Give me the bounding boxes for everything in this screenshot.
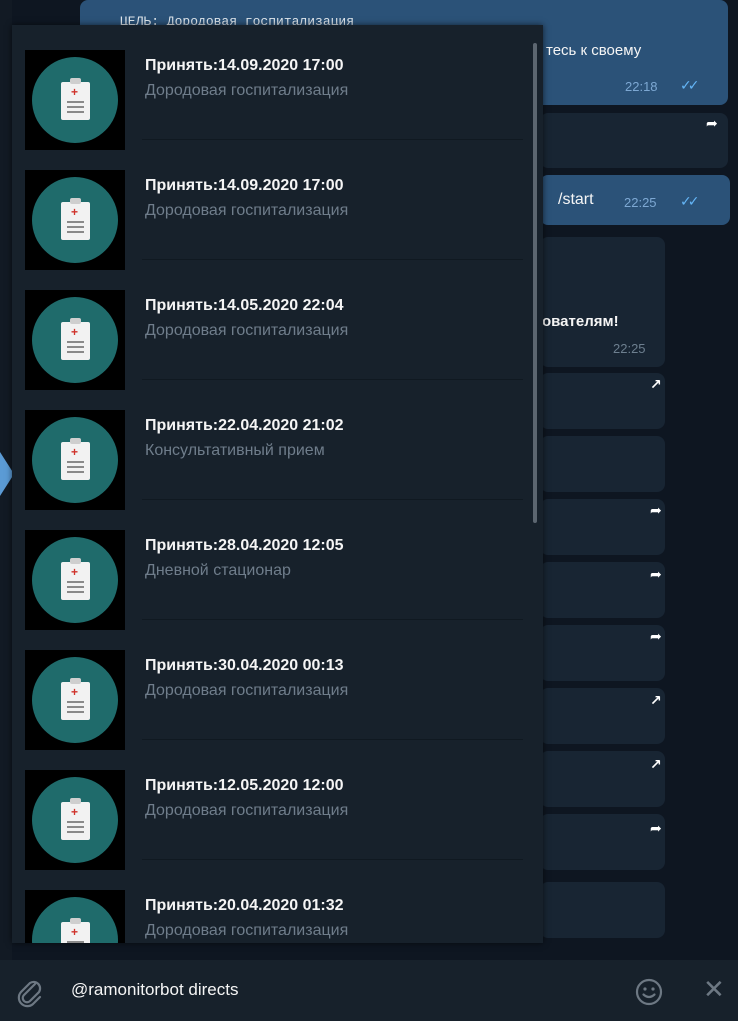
forward-icon[interactable]: ➦	[650, 566, 662, 583]
result-item[interactable]: + Принять:14.05.2020 22:04 Дородовая гос…	[12, 265, 543, 390]
inline-button[interactable]	[540, 688, 665, 744]
result-subtitle: Дородовая госпитализация	[145, 202, 349, 219]
result-title: Принять:12.05.2020 12:00	[145, 777, 344, 794]
result-item[interactable]: + Принять:14.09.2020 17:00 Дородовая гос…	[12, 25, 543, 150]
result-title: Принять:14.09.2020 17:00	[145, 177, 344, 194]
divider	[142, 379, 523, 380]
clipboard-icon: +	[25, 770, 125, 870]
close-icon[interactable]: ✕	[703, 974, 725, 1004]
read-ticks-icon: ✓✓	[680, 77, 700, 93]
message-bubble-start[interactable]: /start 22:25 ✓✓	[540, 175, 730, 225]
message-text: тесь к своему	[546, 42, 642, 59]
inline-button[interactable]	[540, 882, 665, 938]
message-bubble-incoming[interactable]: ователям! 22:25	[540, 237, 665, 367]
smile-icon[interactable]	[634, 977, 664, 1012]
message-bubble-incoming[interactable]	[540, 113, 728, 168]
forward-icon[interactable]: ➦	[650, 628, 662, 645]
result-title: Принять:30.04.2020 00:13	[145, 657, 344, 674]
forward-icon[interactable]: ➦	[650, 820, 662, 837]
inline-button[interactable]	[540, 562, 665, 618]
paperclip-icon[interactable]	[16, 978, 44, 1013]
result-title: Принять:20.04.2020 01:32	[145, 897, 344, 914]
result-subtitle: Дородовая госпитализация	[145, 682, 349, 699]
inline-button[interactable]	[540, 436, 665, 492]
clipboard-icon: +	[25, 890, 125, 943]
divider	[142, 139, 523, 140]
result-subtitle: Дородовая госпитализация	[145, 322, 349, 339]
popup-scrollbar[interactable]	[533, 43, 537, 523]
message-input[interactable]: @ramonitorbot directs	[71, 980, 239, 1000]
clipboard-icon: +	[25, 410, 125, 510]
result-title: Принять:14.05.2020 22:04	[145, 297, 344, 314]
result-item[interactable]: + Принять:14.09.2020 17:00 Дородовая гос…	[12, 145, 543, 270]
divider	[142, 859, 523, 860]
divider	[142, 259, 523, 260]
result-item[interactable]: + Принять:28.04.2020 12:05 Дневной стаци…	[12, 505, 543, 630]
inline-results-popup: + Принять:14.09.2020 17:00 Дородовая гос…	[12, 25, 543, 943]
message-time: 22:25	[613, 341, 646, 356]
forward-icon[interactable]: ↗	[650, 756, 662, 773]
result-title: Принять:22.04.2020 21:02	[145, 417, 344, 434]
message-text: /start	[558, 191, 594, 208]
clipboard-icon: +	[25, 530, 125, 630]
message-input-bar: @ramonitorbot directs ✕	[0, 960, 738, 1021]
message-time: 22:18	[625, 79, 658, 94]
forward-icon[interactable]: ↗	[650, 376, 662, 393]
result-item[interactable]: + Принять:12.05.2020 12:00 Дородовая гос…	[12, 745, 543, 870]
result-item[interactable]: + Принять:20.04.2020 01:32 Дородовая гос…	[12, 865, 543, 943]
result-subtitle: Дородовая госпитализация	[145, 922, 349, 939]
result-subtitle: Дневной стационар	[145, 562, 291, 579]
divider	[142, 619, 523, 620]
divider	[142, 739, 523, 740]
clipboard-icon: +	[25, 650, 125, 750]
result-title: Принять:28.04.2020 12:05	[145, 537, 344, 554]
message-text: ователям!	[542, 313, 619, 330]
result-subtitle: Дородовая госпитализация	[145, 82, 349, 99]
result-subtitle: Дородовая госпитализация	[145, 802, 349, 819]
message-time: 22:25	[624, 195, 657, 210]
forward-icon[interactable]: ↗	[650, 692, 662, 709]
result-item[interactable]: + Принять:22.04.2020 21:02 Консультативн…	[12, 385, 543, 510]
clipboard-icon: +	[25, 170, 125, 270]
clipboard-icon: +	[25, 50, 125, 150]
inline-button[interactable]	[540, 751, 665, 807]
inline-button[interactable]	[540, 373, 665, 429]
result-item[interactable]: + Принять:30.04.2020 00:13 Дородовая гос…	[12, 625, 543, 750]
inline-button[interactable]	[540, 499, 665, 555]
result-title: Принять:14.09.2020 17:00	[145, 57, 344, 74]
clipboard-icon: +	[25, 290, 125, 390]
inline-button[interactable]	[540, 814, 665, 870]
forward-icon[interactable]: ➦	[650, 502, 662, 519]
forward-icon[interactable]: ➦	[706, 115, 718, 132]
read-ticks-icon: ✓✓	[680, 193, 700, 209]
divider	[142, 499, 523, 500]
result-subtitle: Консультативный прием	[145, 442, 325, 459]
inline-button[interactable]	[540, 625, 665, 681]
